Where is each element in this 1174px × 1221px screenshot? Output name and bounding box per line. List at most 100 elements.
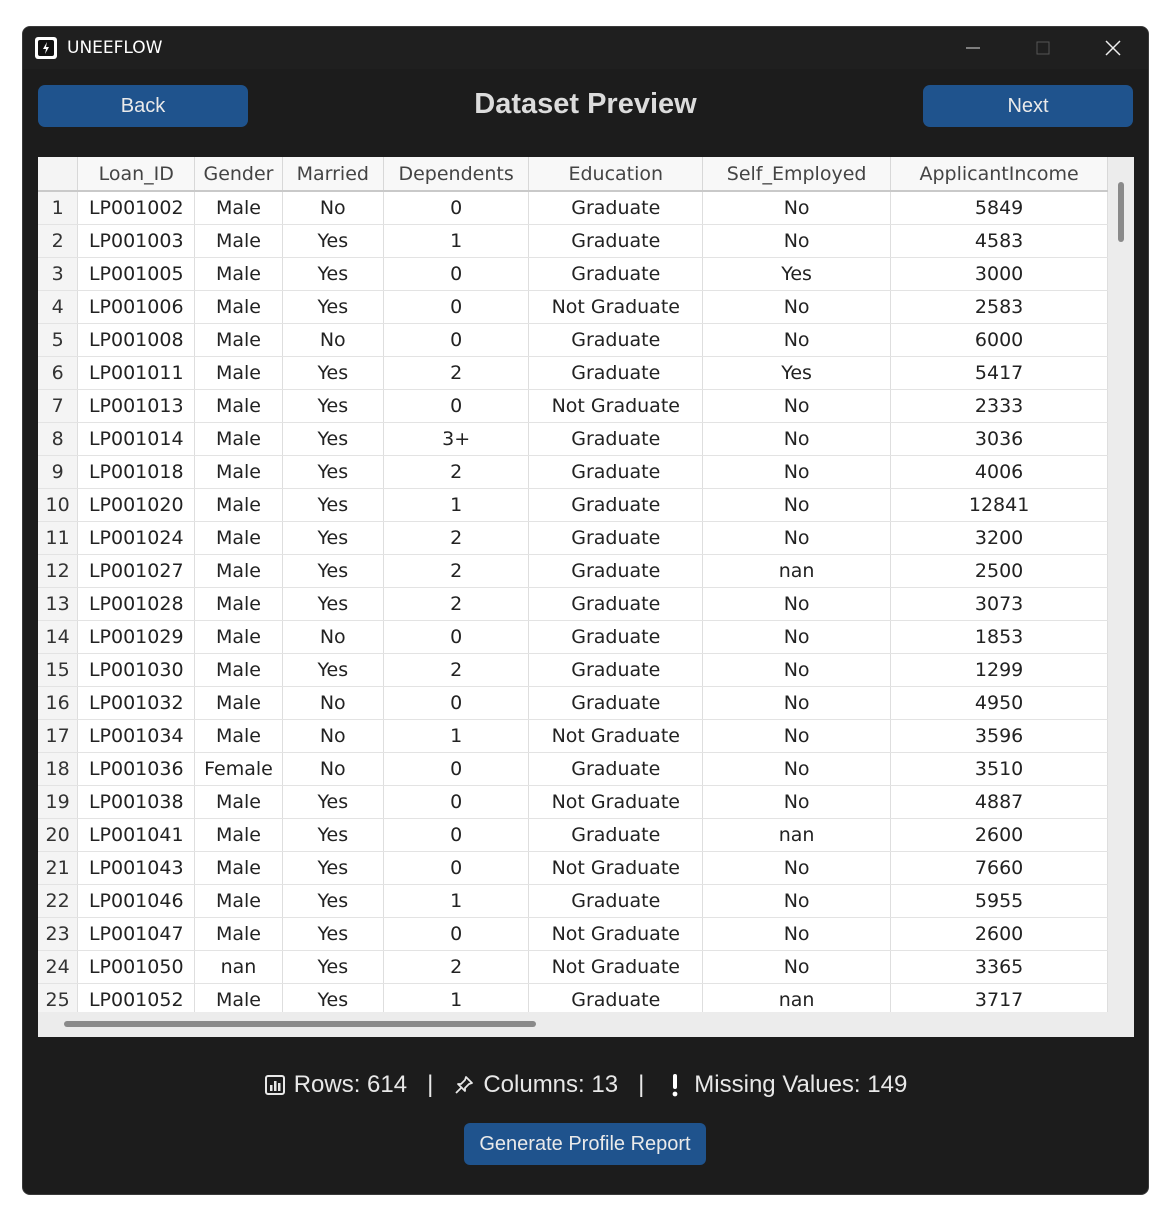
table-cell[interactable]: Graduate <box>528 488 704 522</box>
table-row[interactable]: 25 LP001052 Male Yes 1 Graduate nan 3717 <box>38 983 1108 1012</box>
table-cell[interactable]: nan <box>702 818 892 852</box>
table-cell[interactable]: 12841 <box>890 488 1108 522</box>
table-cell[interactable]: No <box>702 653 892 687</box>
table-cell[interactable]: LP001003 <box>77 224 196 258</box>
vertical-scrollbar-thumb[interactable] <box>1118 182 1124 242</box>
table-cell[interactable]: 1 <box>383 719 530 753</box>
table-cell[interactable]: 1299 <box>890 653 1108 687</box>
row-index-cell[interactable]: 20 <box>38 818 79 852</box>
table-cell[interactable]: Yes <box>282 224 384 258</box>
table-cell[interactable]: Graduate <box>528 884 704 918</box>
table-row[interactable]: 6 LP001011 Male Yes 2 Graduate Yes 5417 <box>38 356 1108 390</box>
table-cell[interactable]: LP001050 <box>77 950 196 984</box>
table-row[interactable]: 8 LP001014 Male Yes 3+ Graduate No 3036 <box>38 422 1108 456</box>
table-row[interactable]: 14 LP001029 Male No 0 Graduate No 1853 <box>38 620 1108 654</box>
table-row[interactable]: 11 LP001024 Male Yes 2 Graduate No 3200 <box>38 521 1108 555</box>
table-cell[interactable]: 3000 <box>890 257 1108 291</box>
table-cell[interactable]: LP001047 <box>77 917 196 951</box>
table-cell[interactable]: Male <box>194 224 283 258</box>
table-cell[interactable]: Yes <box>282 818 384 852</box>
maximize-button[interactable] <box>1008 27 1078 69</box>
table-cell[interactable]: 2 <box>383 554 530 588</box>
row-index-cell[interactable]: 16 <box>38 686 79 720</box>
table-cell[interactable]: 3200 <box>890 521 1108 555</box>
table-cell[interactable]: No <box>702 587 892 621</box>
table-cell[interactable]: Yes <box>702 257 892 291</box>
column-header[interactable]: ApplicantIncome <box>890 157 1108 192</box>
table-cell[interactable]: 3510 <box>890 752 1108 786</box>
table-cell[interactable]: Yes <box>282 653 384 687</box>
table-cell[interactable]: No <box>702 752 892 786</box>
dataset-grid[interactable]: Loan_ID Gender Married Dependents Education S… <box>38 157 1108 1012</box>
table-cell[interactable]: Male <box>194 983 283 1012</box>
row-index-cell[interactable]: 17 <box>38 719 79 753</box>
table-cell[interactable]: 3596 <box>890 719 1108 753</box>
table-cell[interactable]: LP001005 <box>77 257 196 291</box>
table-cell[interactable]: Yes <box>282 488 384 522</box>
table-cell[interactable]: 3073 <box>890 587 1108 621</box>
table-cell[interactable]: No <box>702 620 892 654</box>
table-cell[interactable]: Male <box>194 389 283 423</box>
row-index-cell[interactable]: 9 <box>38 455 79 489</box>
row-index-cell[interactable]: 12 <box>38 554 79 588</box>
table-cell[interactable]: 5849 <box>890 191 1108 225</box>
table-cell[interactable]: Graduate <box>528 686 704 720</box>
table-cell[interactable]: Yes <box>282 554 384 588</box>
table-cell[interactable]: LP001011 <box>77 356 196 390</box>
table-cell[interactable]: Yes <box>282 422 384 456</box>
table-cell[interactable]: LP001034 <box>77 719 196 753</box>
row-index-cell[interactable]: 6 <box>38 356 79 390</box>
horizontal-scrollbar-thumb[interactable] <box>64 1021 536 1027</box>
table-cell[interactable]: Yes <box>282 851 384 885</box>
table-cell[interactable]: Male <box>194 455 283 489</box>
table-cell[interactable]: Graduate <box>528 818 704 852</box>
table-cell[interactable]: Yes <box>282 950 384 984</box>
table-cell[interactable]: No <box>702 686 892 720</box>
table-cell[interactable]: Male <box>194 356 283 390</box>
table-cell[interactable]: Male <box>194 884 283 918</box>
table-cell[interactable]: LP001006 <box>77 290 196 324</box>
table-cell[interactable]: No <box>702 488 892 522</box>
table-cell[interactable]: Yes <box>282 356 384 390</box>
table-cell[interactable]: Male <box>194 686 283 720</box>
table-cell[interactable]: 2500 <box>890 554 1108 588</box>
row-index-cell[interactable]: 23 <box>38 917 79 951</box>
table-cell[interactable]: LP001043 <box>77 851 196 885</box>
table-cell[interactable]: No <box>702 389 892 423</box>
row-index-cell[interactable]: 2 <box>38 224 79 258</box>
table-cell[interactable]: No <box>282 191 384 225</box>
table-cell[interactable]: 0 <box>383 917 530 951</box>
table-cell[interactable]: Graduate <box>528 521 704 555</box>
table-cell[interactable]: 0 <box>383 323 530 357</box>
table-cell[interactable]: Yes <box>282 257 384 291</box>
table-cell[interactable]: 0 <box>383 620 530 654</box>
table-row[interactable]: 22 LP001046 Male Yes 1 Graduate No 5955 <box>38 884 1108 918</box>
table-cell[interactable]: 4583 <box>890 224 1108 258</box>
table-cell[interactable]: LP001018 <box>77 455 196 489</box>
table-cell[interactable]: No <box>702 323 892 357</box>
table-cell[interactable]: 2 <box>383 950 530 984</box>
table-cell[interactable]: 7660 <box>890 851 1108 885</box>
table-cell[interactable]: Yes <box>282 455 384 489</box>
table-cell[interactable]: LP001013 <box>77 389 196 423</box>
table-cell[interactable]: 0 <box>383 257 530 291</box>
column-header[interactable]: Married <box>282 157 384 192</box>
table-cell[interactable]: 0 <box>383 851 530 885</box>
table-cell[interactable]: Male <box>194 719 283 753</box>
table-cell[interactable]: LP001036 <box>77 752 196 786</box>
table-cell[interactable]: No <box>702 917 892 951</box>
table-cell[interactable]: LP001008 <box>77 323 196 357</box>
table-cell[interactable]: No <box>282 752 384 786</box>
table-cell[interactable]: 0 <box>383 752 530 786</box>
table-cell[interactable]: No <box>702 224 892 258</box>
table-cell[interactable]: Not Graduate <box>528 917 704 951</box>
row-index-cell[interactable]: 18 <box>38 752 79 786</box>
table-cell[interactable]: 6000 <box>890 323 1108 357</box>
table-cell[interactable]: Graduate <box>528 191 704 225</box>
table-cell[interactable]: Graduate <box>528 752 704 786</box>
column-header[interactable]: Self_Employed <box>702 157 892 192</box>
table-cell[interactable]: 2 <box>383 521 530 555</box>
table-row[interactable]: 4 LP001006 Male Yes 0 Not Graduate No 2583 <box>38 290 1108 324</box>
table-cell[interactable]: 1 <box>383 224 530 258</box>
row-index-cell[interactable]: 19 <box>38 785 79 819</box>
